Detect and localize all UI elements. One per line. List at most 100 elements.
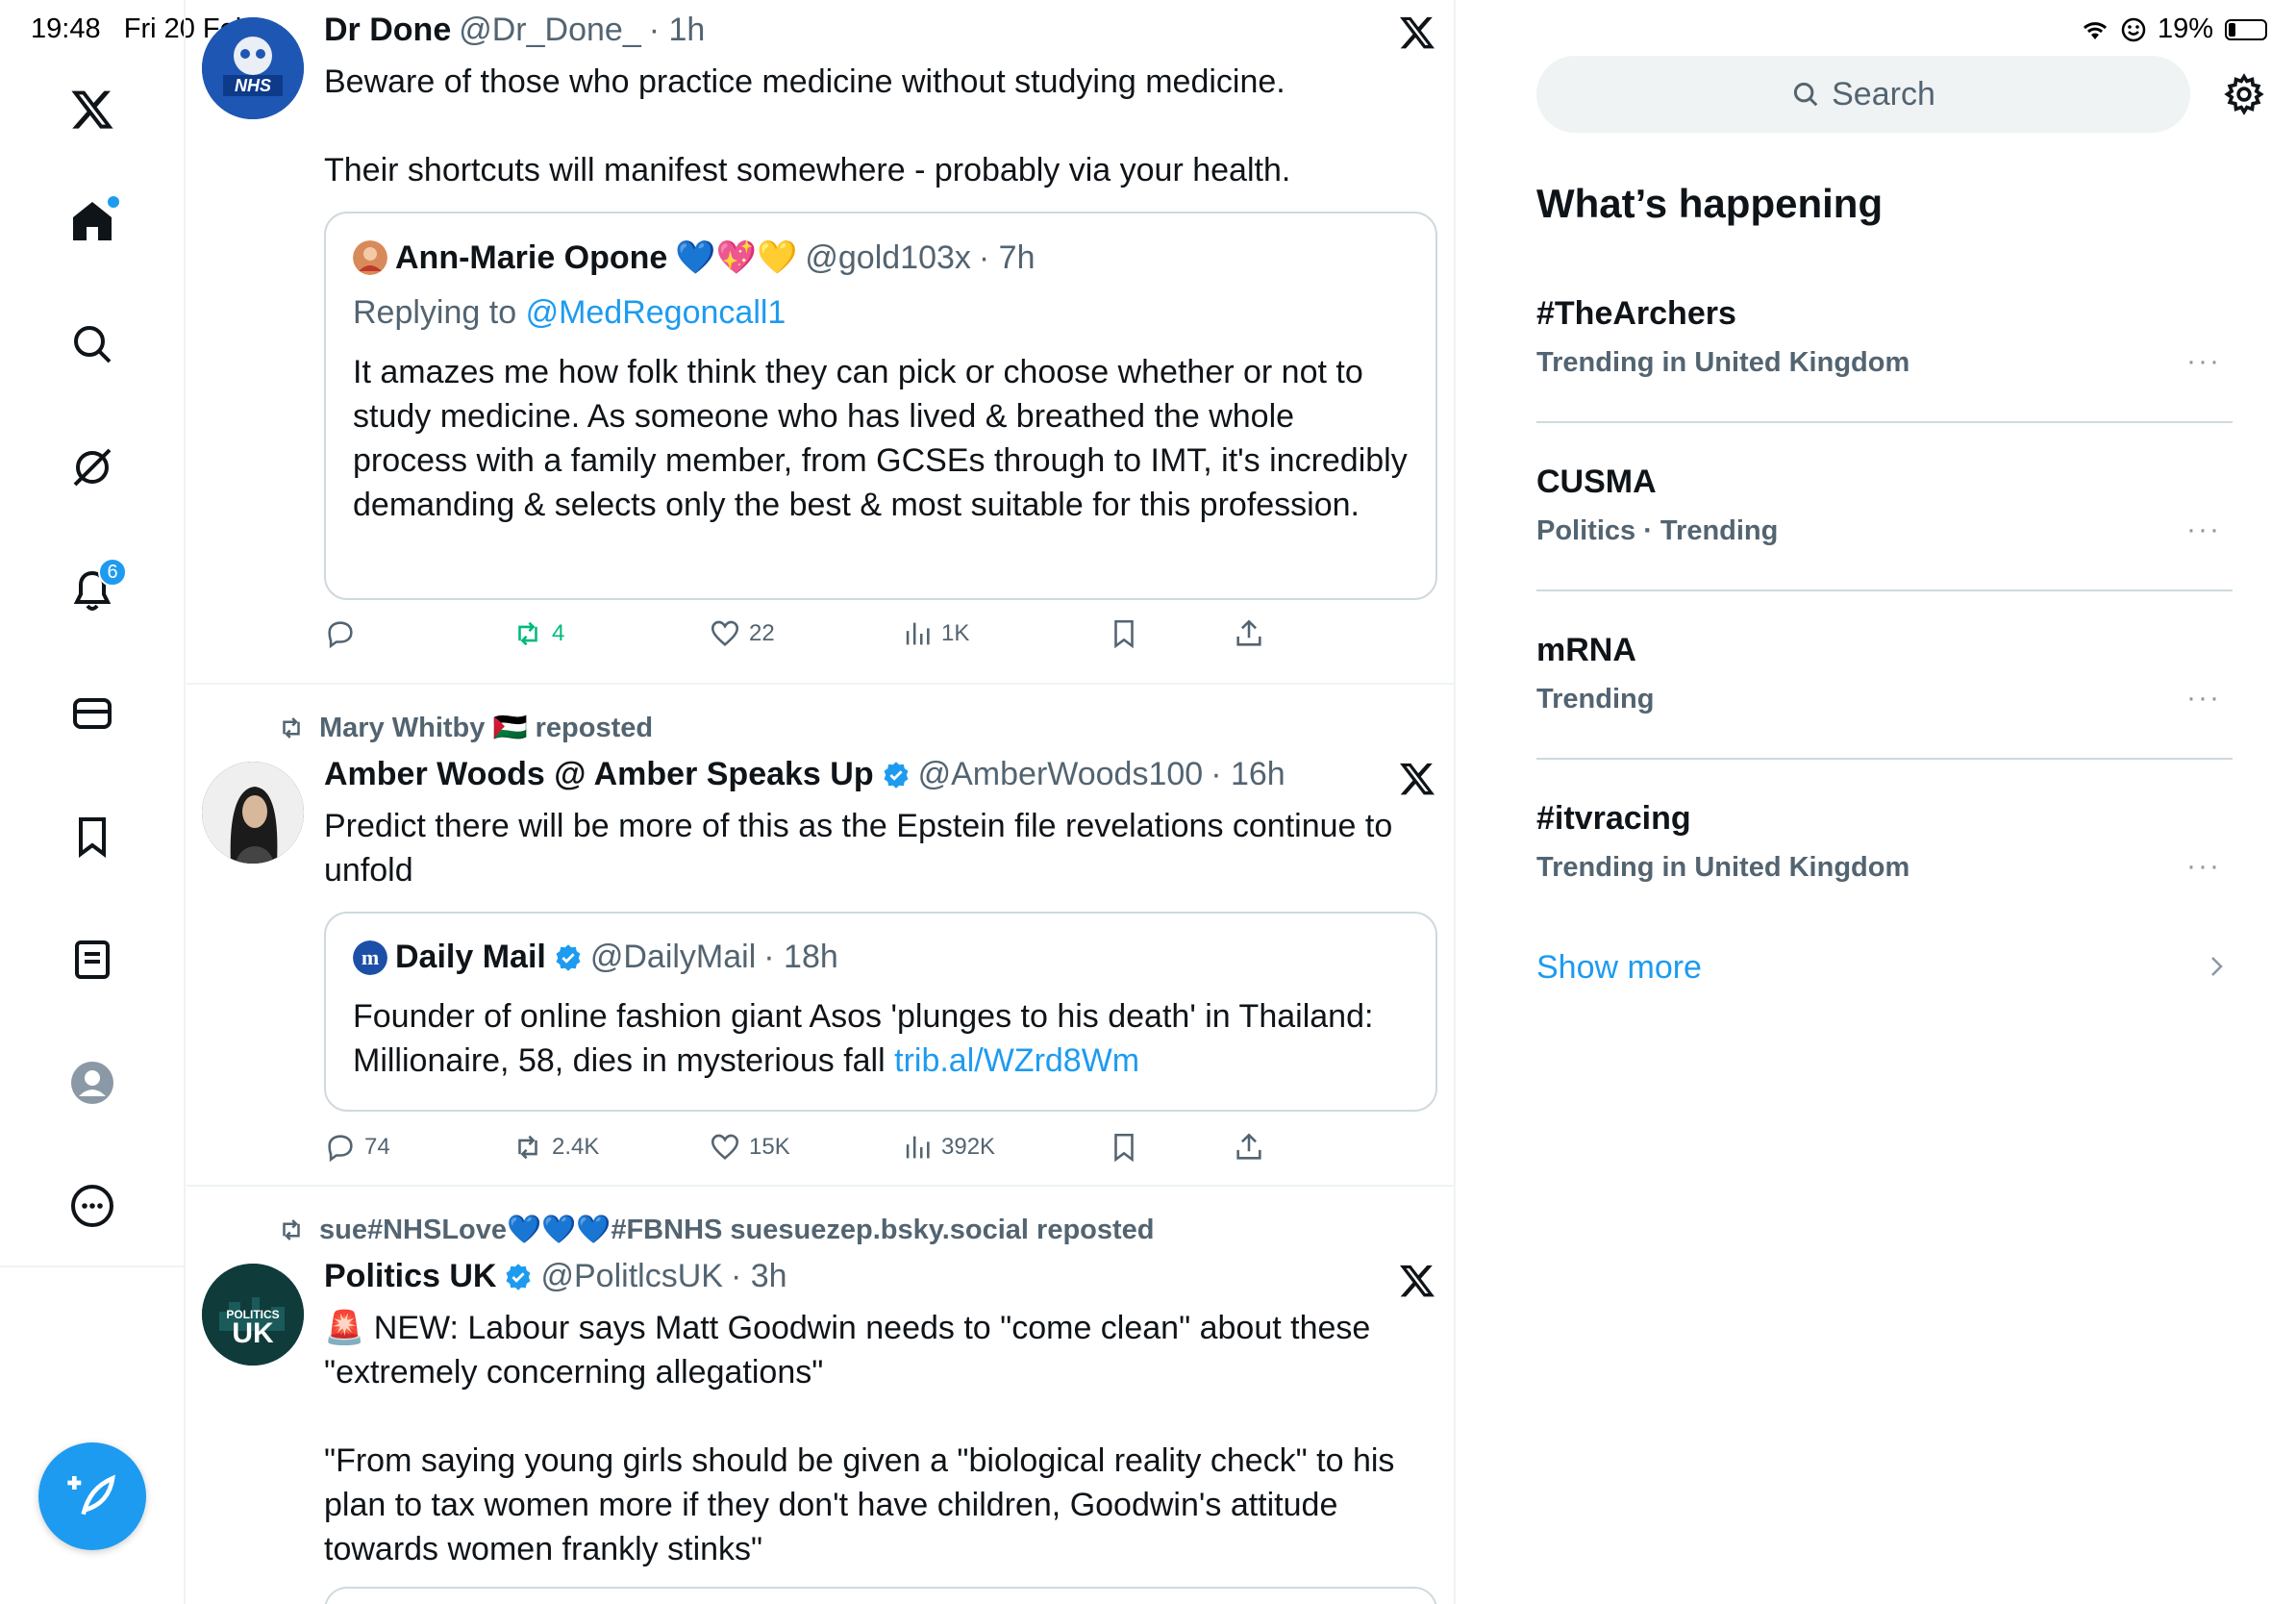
- trend-item[interactable]: CUSMA Politics · Trending ···: [1536, 356, 2233, 546]
- avatar[interactable]: POLITICS UK: [202, 1264, 304, 1366]
- avatar[interactable]: [202, 762, 304, 864]
- share-button[interactable]: [1233, 617, 1265, 650]
- bookmark-button[interactable]: [1108, 617, 1140, 650]
- reply-count: 74: [364, 1134, 390, 1160]
- tweet[interactable]: sue#NHSLove💙💙💙#FBNHS suesuezep.bsky.soci…: [187, 1187, 1454, 1604]
- verified-badge-icon: [506, 1263, 531, 1291]
- reply-icon: [328, 1135, 353, 1163]
- quote-link[interactable]: trib.al/WZrd8Wm: [894, 1042, 1139, 1079]
- battery-fill: [2229, 22, 2235, 37]
- replying-to-handle[interactable]: @MedRegoncall1: [526, 294, 786, 331]
- home-unread-dot: [108, 196, 119, 208]
- show-more-link[interactable]: Show more: [1536, 949, 1702, 987]
- trend-item[interactable]: #itvracing Trending in United Kingdom ··…: [1536, 692, 2233, 883]
- avatar[interactable]: NHS: [202, 17, 304, 119]
- nav-divider: [0, 1266, 186, 1267]
- focus-smile-icon: [2121, 17, 2146, 41]
- heart-emojis: 💙💖💛: [675, 239, 798, 276]
- reposted-by-text: sue#NHSLove💙💙💙#FBNHS suesuezep.bsky.soci…: [319, 1215, 1155, 1245]
- more-options-icon[interactable]: [62, 1175, 123, 1237]
- x-logo-icon[interactable]: [62, 79, 123, 140]
- compose-post-button[interactable]: [38, 1442, 146, 1550]
- heart-icon: [711, 620, 739, 647]
- search-input[interactable]: Search: [1536, 56, 2190, 133]
- tweet[interactable]: NHS Dr Done @Dr_Done_ · 1h Beware of tho…: [187, 0, 1454, 685]
- bookmark-button[interactable]: [1108, 1131, 1140, 1164]
- author-name[interactable]: Politics UK: [324, 1258, 496, 1295]
- reply-button[interactable]: [324, 617, 357, 650]
- lists-icon[interactable]: [62, 929, 123, 990]
- tweet-text: 🚨 NEW: Labour says Matt Goodwin needs to…: [324, 1310, 1395, 1567]
- repost-button[interactable]: 4: [512, 617, 564, 650]
- like-button[interactable]: 15K: [709, 1131, 790, 1164]
- profile-avatar-icon[interactable]: [62, 1052, 123, 1114]
- gear-icon[interactable]: [2223, 73, 2265, 115]
- like-button[interactable]: 22: [709, 617, 775, 650]
- trend-item[interactable]: #TheArchers Trending in United Kingdom ·…: [1536, 188, 2233, 378]
- quote-timestamp: · 18h: [763, 939, 838, 975]
- view-count: 1K: [941, 620, 970, 646]
- verified-badge-icon: [884, 761, 909, 789]
- daily-mail-logo-icon: m: [353, 940, 387, 975]
- heart-icon: [711, 1134, 739, 1161]
- author-handle[interactable]: @Dr_Done_: [459, 12, 641, 49]
- timestamp[interactable]: · 16h: [1210, 756, 1285, 793]
- quoted-tweet[interactable]: [324, 1587, 1437, 1604]
- trend-item[interactable]: mRNA Trending ···: [1536, 524, 2233, 714]
- repost-count: 4: [552, 620, 565, 646]
- like-count: 22: [749, 620, 775, 646]
- replying-prefix: Replying to: [353, 294, 517, 331]
- author-name[interactable]: Dr Done: [324, 12, 451, 49]
- quote-author-handle: @gold103x: [805, 238, 971, 276]
- tweet-text: Predict there will be more of this as th…: [324, 808, 1402, 889]
- bookmark-icon: [1114, 619, 1134, 649]
- chevron-right-icon[interactable]: [2208, 952, 2227, 981]
- view-count: 392K: [941, 1134, 996, 1160]
- svg-text:m: m: [362, 945, 379, 969]
- quote-author-name: Daily Mail: [395, 939, 546, 975]
- tweet[interactable]: Mary Whitby 🇵🇸 reposted Amber Woods @ Am…: [187, 685, 1454, 1187]
- messages-icon[interactable]: [62, 683, 123, 744]
- reply-button[interactable]: 74: [324, 1131, 390, 1164]
- analytics-icon: [906, 622, 930, 645]
- trend-name: mRNA: [1536, 632, 1636, 668]
- trend-context: Trending in United Kingdom: [1536, 852, 1910, 883]
- quoted-tweet[interactable]: m Daily Mail @DailyMail · 18h Founder of…: [324, 912, 1437, 1112]
- home-icon[interactable]: [62, 190, 123, 252]
- avatar: [353, 240, 387, 275]
- quote-text: It amazes me how folk think they can pic…: [353, 354, 1408, 523]
- quote-header: Ann-Marie Opone 💙💖💛 @gold103x · 7h: [353, 238, 1035, 277]
- quoted-tweet[interactable]: Ann-Marie Opone 💙💖💛 @gold103x · 7h Reply…: [324, 212, 1437, 600]
- reposted-by[interactable]: sue#NHSLove💙💙💙#FBNHS suesuezep.bsky.soci…: [277, 1214, 1155, 1246]
- views-button[interactable]: 392K: [901, 1131, 995, 1164]
- repost-icon: [283, 1219, 300, 1241]
- like-count: 15K: [749, 1134, 790, 1160]
- notifications-icon[interactable]: 6: [62, 558, 127, 621]
- bookmarks-icon[interactable]: [62, 806, 123, 867]
- timestamp[interactable]: · 3h: [731, 1258, 787, 1295]
- views-button[interactable]: 1K: [901, 617, 969, 650]
- trend-name: #TheArchers: [1536, 295, 1736, 332]
- repost-button[interactable]: 2.4K: [512, 1131, 599, 1164]
- tweet-header: Politics UK @PolitlcsUK · 3h: [324, 1258, 787, 1295]
- quote-header: m Daily Mail @DailyMail · 18h: [353, 939, 838, 976]
- x-logo-icon: [1400, 763, 1435, 795]
- status-indicators: 19%: [2081, 13, 2267, 45]
- author-handle[interactable]: @PolitlcsUK: [540, 1258, 722, 1295]
- trend-name: CUSMA: [1536, 464, 1657, 500]
- author-handle[interactable]: @AmberWoods100: [918, 756, 1204, 793]
- x-logo-icon: [1400, 1265, 1435, 1297]
- grok-icon[interactable]: [62, 437, 123, 498]
- quote-timestamp: · 7h: [978, 238, 1036, 276]
- timestamp[interactable]: · 1h: [649, 12, 706, 49]
- search-icon[interactable]: [62, 313, 123, 375]
- more-options-icon[interactable]: ···: [2186, 850, 2221, 883]
- tweet-header: Dr Done @Dr_Done_ · 1h: [324, 12, 705, 49]
- share-button[interactable]: [1233, 1131, 1265, 1164]
- battery-percent: 19%: [2157, 13, 2213, 44]
- repost-icon: [518, 621, 537, 646]
- reposted-by[interactable]: Mary Whitby 🇵🇸 reposted: [277, 712, 653, 744]
- reposted-by-text: Mary Whitby 🇵🇸 reposted: [319, 713, 654, 743]
- author-name[interactable]: Amber Woods @ Amber Speaks Up: [324, 756, 874, 793]
- tweet-header: Amber Woods @ Amber Speaks Up @AmberWood…: [324, 756, 1285, 793]
